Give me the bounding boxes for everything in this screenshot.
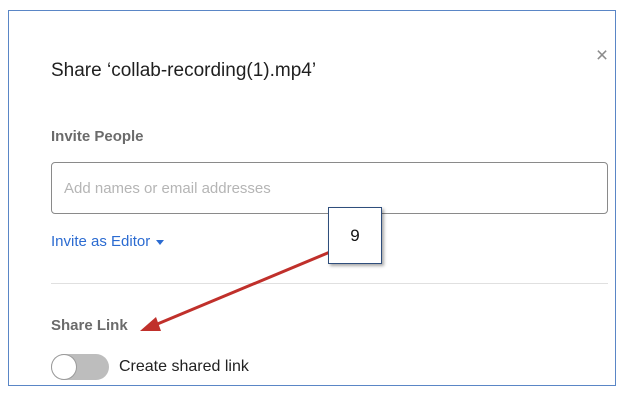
share-link-label: Share Link <box>51 317 128 334</box>
create-shared-link-toggle[interactable] <box>51 354 109 380</box>
divider <box>51 283 608 284</box>
dialog-title: Share ‘collab-recording(1).mp4’ <box>51 60 317 81</box>
invite-permission-label: Invite as Editor <box>51 233 151 250</box>
shared-link-toggle-row: Create shared link <box>51 354 249 380</box>
invite-permission-dropdown[interactable]: Invite as Editor <box>51 233 165 250</box>
create-shared-link-label: Create shared link <box>119 358 249 375</box>
share-dialog: Share ‘collab-recording(1).mp4’ × Invite… <box>8 10 616 386</box>
step-callout: 9 <box>328 207 382 264</box>
caret-down-icon <box>156 239 165 245</box>
toggle-knob <box>52 355 76 379</box>
close-icon[interactable]: × <box>592 45 612 66</box>
invite-people-label: Invite People <box>51 128 144 145</box>
